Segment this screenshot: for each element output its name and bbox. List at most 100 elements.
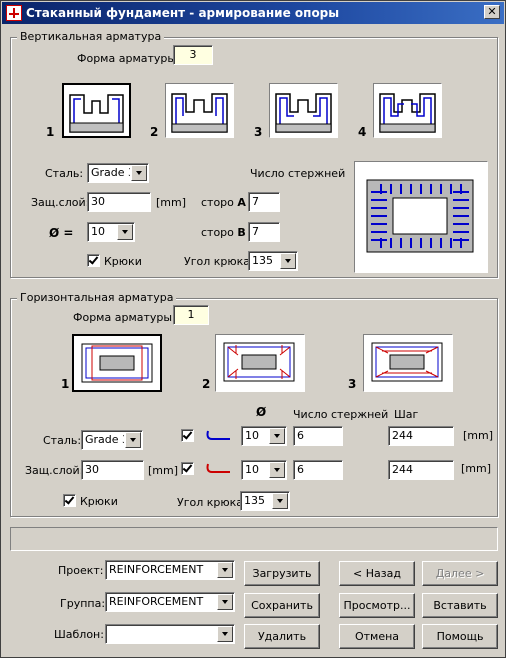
vertical-diameter-value: 10: [91, 225, 105, 238]
horizontal-steel-value: Grade 30: [85, 433, 124, 446]
vertical-cover-unit: [mm]: [156, 196, 187, 209]
horizontal-row2-checkbox[interactable]: [181, 462, 194, 475]
side-b-label: сторо B: [201, 226, 246, 239]
vertical-diameter-select[interactable]: 10: [87, 222, 135, 242]
group-select[interactable]: REINFORCEMENT: [105, 592, 235, 612]
side-b-bars-input[interactable]: 7: [248, 222, 280, 242]
chevron-down-icon[interactable]: [272, 493, 288, 509]
vertical-hook-angle-select[interactable]: 135: [248, 251, 298, 271]
vertical-shape-option-1[interactable]: [62, 83, 131, 138]
horizontal-shape-1-icon: [81, 343, 153, 383]
horizontal-option-3-number: 3: [348, 377, 357, 391]
vertical-group-title: Вертикальная арматура: [17, 30, 165, 43]
horizontal-shape-2-icon: [223, 342, 295, 382]
horizontal-hook-angle-select[interactable]: 135: [240, 491, 290, 511]
horizontal-form-input[interactable]: 1: [173, 305, 209, 325]
app-icon: [6, 5, 22, 21]
status-bar: [10, 527, 498, 551]
vertical-shape-option-3[interactable]: [269, 83, 338, 138]
horizontal-row1-diameter-select[interactable]: 10: [241, 426, 287, 446]
group-value: REINFORCEMENT: [109, 595, 204, 608]
horizontal-shape-option-2[interactable]: [215, 334, 305, 392]
vertical-form-input[interactable]: 3: [173, 45, 213, 65]
insert-button[interactable]: Вставить: [422, 593, 498, 618]
save-button[interactable]: Сохранить: [244, 593, 320, 618]
side-a-letter: A: [237, 196, 246, 209]
chevron-down-icon[interactable]: [269, 428, 285, 444]
vertical-shape-4-icon: [379, 93, 436, 133]
window-title: Стаканный фундамент - армирование опоры: [26, 6, 340, 20]
horizontal-bars-header: Число стержней: [293, 408, 389, 421]
template-select[interactable]: [105, 624, 235, 644]
horizontal-diameter-header: Ø: [256, 405, 267, 419]
horizontal-hook-angle-label: Угол крюка: [177, 496, 244, 509]
vertical-cover-input[interactable]: 30: [87, 192, 151, 212]
horizontal-cover-label: Защ.слой:: [25, 464, 84, 477]
back-button[interactable]: < Назад: [339, 561, 415, 586]
side-a-label: сторо A: [201, 196, 246, 209]
horizontal-option-2-number: 2: [202, 377, 211, 391]
horizontal-hook-angle-value: 135: [244, 494, 265, 507]
horizontal-group-title: Горизонтальная арматура: [17, 291, 177, 304]
vertical-diameter-label: Ø =: [49, 226, 74, 240]
vertical-hook-angle-value: 135: [252, 254, 273, 267]
horizontal-row1-bars-input[interactable]: 6: [293, 426, 343, 446]
title-bar[interactable]: Стаканный фундамент - армирование опоры …: [2, 2, 504, 24]
vertical-steel-value: Grade 30: [91, 166, 130, 179]
horizontal-row1-step-input[interactable]: 244: [388, 426, 454, 446]
horizontal-row2-bars-input[interactable]: 6: [293, 460, 343, 480]
horizontal-shape-option-3[interactable]: [363, 334, 453, 392]
side-b-label-text: сторо: [201, 226, 234, 239]
chevron-down-icon[interactable]: [217, 562, 233, 578]
horizontal-row1-unit: [mm]: [463, 429, 494, 442]
chevron-down-icon[interactable]: [125, 432, 141, 448]
horizontal-steel-select[interactable]: Grade 30: [81, 430, 143, 450]
help-button[interactable]: Помощь: [422, 624, 498, 649]
chevron-down-icon[interactable]: [131, 165, 147, 181]
chevron-down-icon[interactable]: [280, 253, 296, 269]
horizontal-row2-diameter-value: 10: [245, 463, 259, 476]
side-a-bars-input[interactable]: 7: [248, 192, 280, 212]
vertical-shape-1-icon: [69, 94, 124, 133]
chevron-down-icon[interactable]: [269, 462, 285, 478]
vertical-shape-option-4[interactable]: [373, 83, 442, 138]
side-b-letter: B: [237, 226, 246, 239]
horizontal-shape-option-1[interactable]: [72, 334, 162, 392]
horizontal-row2-diameter-select[interactable]: 10: [241, 460, 287, 480]
horizontal-step-header: Шаг: [394, 408, 419, 421]
vertical-steel-label: Сталь:: [45, 167, 84, 180]
dialog-window: Стаканный фундамент - армирование опоры …: [0, 0, 506, 658]
horizontal-row2-step-input[interactable]: 244: [388, 460, 454, 480]
horizontal-shape-3-icon: [371, 342, 443, 382]
vertical-option-4-number: 4: [358, 125, 367, 139]
cancel-button[interactable]: Отмена: [339, 624, 415, 649]
side-a-label-text: сторо: [201, 196, 234, 209]
horizontal-cover-input[interactable]: 30: [81, 460, 144, 480]
vertical-hooks-checkbox[interactable]: [87, 254, 100, 267]
horizontal-row1-checkbox[interactable]: [181, 429, 194, 442]
vertical-option-3-number: 3: [254, 125, 263, 139]
close-button[interactable]: ✕: [484, 5, 500, 19]
project-select[interactable]: REINFORCEMENT: [105, 560, 235, 580]
load-button[interactable]: Загрузить: [244, 561, 320, 586]
project-value: REINFORCEMENT: [109, 563, 204, 576]
chevron-down-icon[interactable]: [117, 224, 133, 240]
vertical-cover-label: Защ.слой:: [31, 196, 90, 209]
horizontal-row1-diameter-value: 10: [245, 429, 259, 442]
vertical-option-2-number: 2: [150, 125, 159, 139]
column-section-icon: [366, 179, 474, 253]
chevron-down-icon[interactable]: [217, 626, 233, 642]
vertical-shape-option-2[interactable]: [165, 83, 234, 138]
vertical-steel-select[interactable]: Grade 30: [87, 163, 149, 183]
delete-button[interactable]: Удалить: [244, 624, 320, 649]
horizontal-steel-label: Сталь:: [43, 434, 82, 447]
horizontal-hooks-checkbox[interactable]: [63, 494, 76, 507]
vertical-bars-count-label: Число стержней: [250, 167, 346, 180]
preview-button[interactable]: Просмотр...: [339, 593, 415, 618]
group-label: Группа:: [60, 597, 106, 610]
chevron-down-icon[interactable]: [217, 594, 233, 610]
horizontal-cover-unit: [mm]: [148, 464, 179, 477]
project-label: Проект:: [58, 564, 104, 577]
next-button[interactable]: Далее >: [422, 561, 498, 586]
vertical-shape-3-icon: [275, 93, 332, 133]
